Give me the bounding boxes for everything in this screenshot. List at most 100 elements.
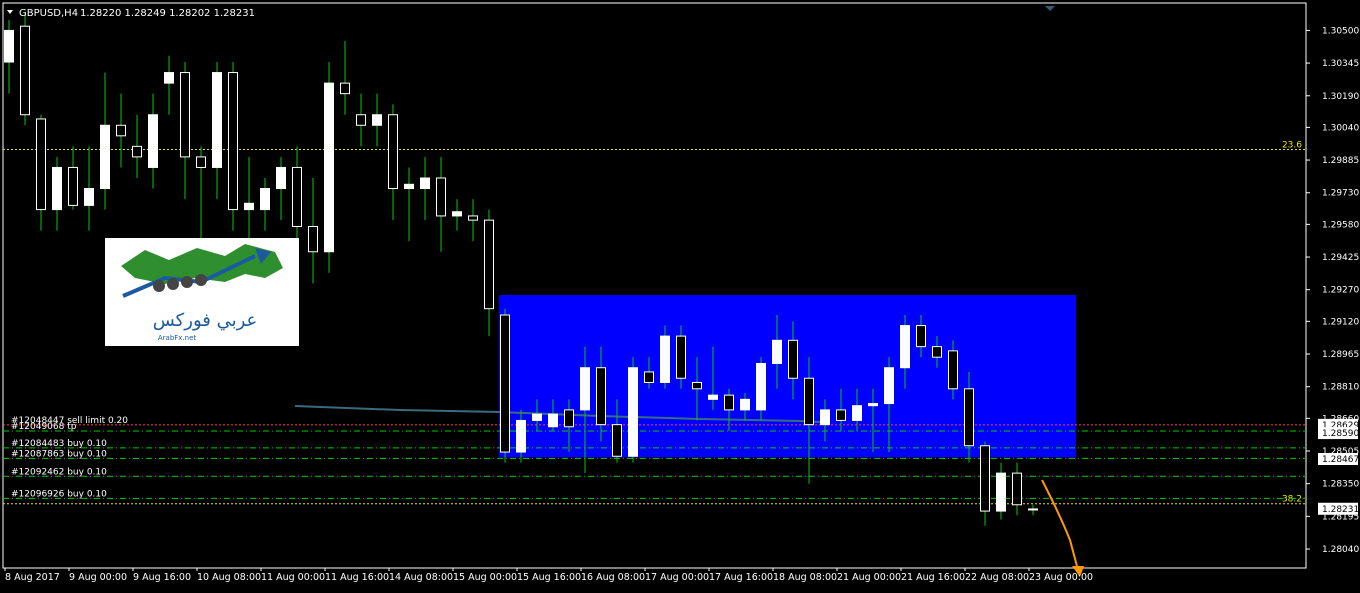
candle-body-19	[308, 225, 318, 253]
candle-body-62	[996, 472, 1006, 512]
chart-window[interactable]: 23.6 38.2 #12048447 sell limit 0.20 #120490…	[0, 0, 1360, 589]
candle-body-4	[68, 166, 78, 206]
price-tick-label-4: 1.29885	[1322, 156, 1359, 166]
candle-body-18	[292, 166, 302, 227]
candle-body-59	[948, 350, 958, 390]
candle-body-10	[164, 72, 174, 84]
candle-body-29	[468, 215, 478, 221]
logo-graphic: عربي فوركس ArabFx.net	[121, 244, 283, 342]
candle-body-53	[852, 405, 862, 421]
candle-body-22	[356, 114, 366, 126]
time-tick-label-15: 22 Aug 08:00	[965, 572, 1029, 583]
candle-body-28	[452, 211, 462, 217]
scroll-marker-icon[interactable]	[1045, 6, 1055, 11]
candle-body-11	[180, 72, 190, 158]
candle-body-40	[644, 371, 654, 383]
candle-body-0	[4, 29, 14, 63]
time-tick-label-0: 8 Aug 2017	[5, 572, 60, 583]
time-tick-label-13: 21 Aug 00:00	[837, 572, 901, 583]
candle-body-45	[724, 394, 734, 411]
time-tick-label-2: 9 Aug 16:00	[133, 572, 191, 583]
price-tick-label-14: 1.28350	[1322, 480, 1359, 490]
candle-body-26	[420, 177, 430, 190]
arrow-layer	[1041, 479, 1084, 577]
candle-body-49	[788, 339, 798, 379]
time-tick-label-11: 17 Aug 16:00	[709, 572, 773, 583]
price-tick-label-10: 1.28965	[1322, 350, 1359, 360]
candle-body-6	[100, 124, 110, 190]
forecast-arrow-line	[1041, 479, 1079, 571]
symbol-label: GBPUSD,H4	[19, 8, 78, 19]
price-box-label-1: 1.28590	[1322, 429, 1359, 439]
currency-dollar-icon	[195, 274, 207, 286]
candle-body-9	[148, 114, 158, 168]
candle-body-42	[676, 335, 686, 379]
time-tick-label-3: 10 Aug 08:00	[197, 572, 261, 583]
time-tick-label-4: 11 Aug 00:00	[261, 572, 325, 583]
time-tick-label-14: 21 Aug 16:00	[901, 572, 965, 583]
candle-body-25	[404, 183, 414, 190]
candle-body-32	[516, 419, 526, 453]
candle-body-58	[932, 346, 942, 358]
triangle-down-icon[interactable]	[7, 10, 13, 14]
candle-body-63	[1012, 472, 1022, 506]
order-label-1: #12049068 tp	[11, 422, 77, 432]
candle-body-31	[500, 314, 510, 453]
logo-arabic-text: عربي فوركس	[153, 310, 258, 331]
candle-body-15	[244, 202, 254, 211]
candle-body-13	[212, 72, 222, 168]
currency-yen-icon	[153, 280, 165, 292]
candle-body-52	[836, 409, 846, 421]
time-tick-label-10: 17 Aug 00:00	[645, 572, 709, 583]
candle-body-30	[484, 219, 494, 310]
candle-body-50	[804, 377, 814, 426]
time-tick-label-7: 15 Aug 00:00	[453, 572, 517, 583]
price-tick-label-2: 1.30190	[1322, 92, 1359, 102]
price-tick-label-1: 1.30345	[1322, 59, 1359, 69]
candle-body-36	[580, 367, 590, 411]
logo-latin-text: ArabFx.net	[158, 334, 197, 342]
candle-body-60	[964, 388, 974, 447]
candle-body-54	[868, 403, 878, 407]
candle-body-14	[228, 72, 238, 211]
price-tick-label-11: 1.28810	[1322, 383, 1359, 393]
candle-body-61	[980, 445, 990, 512]
price-tick-label-6: 1.29580	[1322, 220, 1359, 230]
candle-body-2	[36, 118, 46, 211]
candle-body-38	[612, 424, 622, 457]
candle-body-55	[884, 367, 894, 405]
time-tick-label-12: 18 Aug 08:00	[773, 572, 837, 583]
candle-body-5	[84, 188, 94, 206]
candle-body-48	[772, 339, 782, 365]
order-label-2: #12084483 buy 0.10	[11, 439, 107, 449]
candle-body-16	[260, 188, 270, 211]
fib-label-1: 38.2	[1282, 495, 1302, 505]
candle-body-17	[276, 166, 286, 190]
time-tick-label-8: 15 Aug 16:00	[517, 572, 581, 583]
candle-body-21	[340, 82, 350, 95]
candle-body-8	[132, 145, 142, 158]
currency-pound-icon	[181, 276, 193, 288]
candle-body-23	[372, 114, 382, 126]
time-tick-label-16: 23 Aug 00:00	[1029, 572, 1093, 583]
candle-body-27	[436, 177, 446, 217]
ohlc-label: 1.28220 1.28249 1.28202 1.28231	[80, 8, 255, 19]
candle-body-37	[596, 367, 606, 426]
price-box-label-2: 1.28467	[1322, 455, 1359, 465]
order-label-3: #12087863 buy 0.10	[11, 449, 107, 459]
candle-body-1	[20, 25, 30, 116]
price-tick-label-8: 1.29270	[1322, 286, 1359, 296]
candle-body-33	[532, 413, 542, 421]
price-tick-label-3: 1.30040	[1322, 123, 1359, 133]
time-tick-label-6: 14 Aug 08:00	[389, 572, 453, 583]
candle-body-44	[708, 394, 718, 400]
candle-body-35	[564, 409, 574, 428]
currency-euro-icon	[167, 278, 179, 290]
price-tick-label-16: 1.28040	[1322, 545, 1359, 555]
candle-body-46	[740, 398, 750, 411]
order-label-4: #12092462 buy 0.10	[11, 467, 107, 477]
time-tick-label-9: 16 Aug 08:00	[581, 572, 645, 583]
candle-body-43	[692, 381, 702, 390]
candle-body-51	[820, 409, 830, 426]
fib-label-0: 23.6	[1282, 141, 1302, 151]
